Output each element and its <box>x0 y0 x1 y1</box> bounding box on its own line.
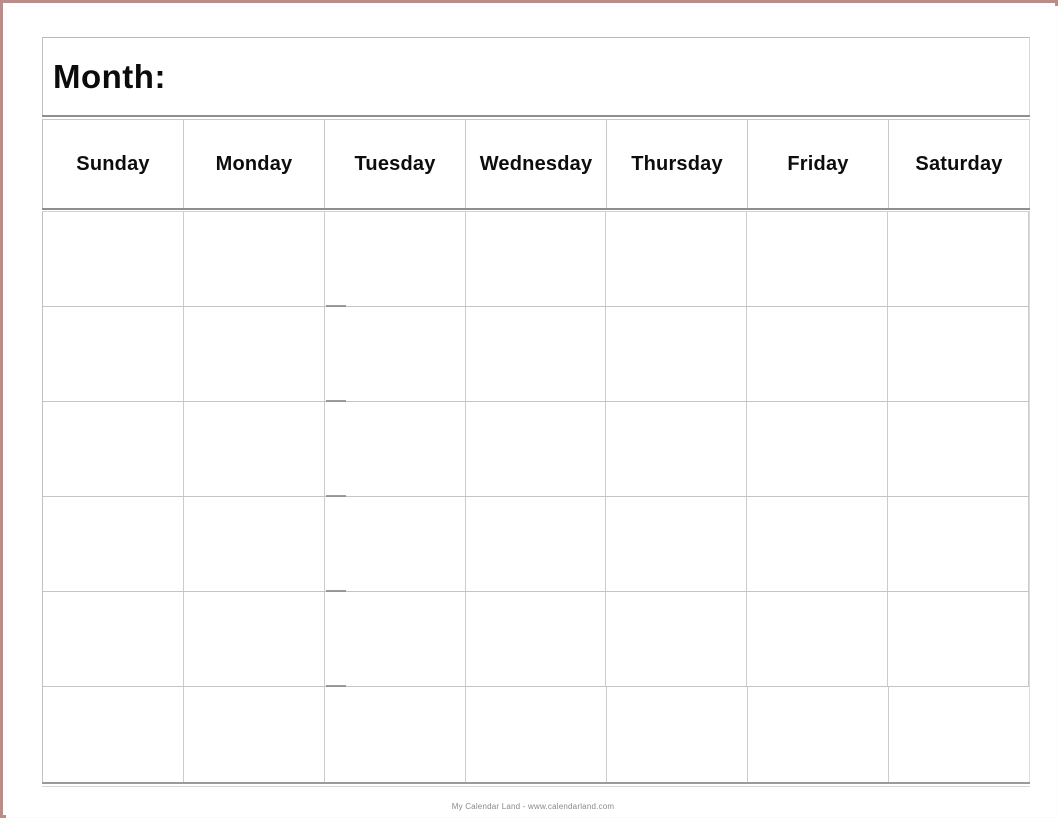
day-cell[interactable] <box>43 497 184 591</box>
day-cell[interactable] <box>324 307 466 401</box>
day-cell[interactable] <box>43 592 184 686</box>
day-cell[interactable] <box>465 212 607 306</box>
footer: My Calendar Land - www.calendarland.com <box>7 796 1058 814</box>
day-cell[interactable] <box>747 592 889 686</box>
day-cell[interactable] <box>466 687 607 782</box>
calendar-sheet: Month: Sunday Monday Tuesday Wednesday T <box>42 37 1030 788</box>
day-cell[interactable] <box>183 307 325 401</box>
day-cell[interactable] <box>183 402 325 496</box>
day-cell[interactable] <box>747 212 889 306</box>
day-cell[interactable] <box>465 402 607 496</box>
weekday-label: Friday <box>787 152 849 175</box>
day-cell[interactable] <box>889 687 1029 782</box>
day-cell[interactable] <box>43 212 184 306</box>
page-border: Month: Sunday Monday Tuesday Wednesday T <box>0 0 1058 818</box>
day-cell[interactable] <box>747 307 889 401</box>
weekday-label: Saturday <box>915 152 1003 175</box>
day-cell[interactable] <box>748 687 889 782</box>
day-cell[interactable] <box>888 592 1030 686</box>
footer-credit-text: My Calendar Land - www.calendarland.com <box>451 802 615 811</box>
week-row <box>43 402 1030 498</box>
grid-bottom-rule <box>42 782 1030 787</box>
day-cell[interactable] <box>888 497 1030 591</box>
week-row <box>43 497 1030 593</box>
day-cell[interactable] <box>184 687 325 782</box>
day-cell[interactable] <box>465 592 607 686</box>
day-cell[interactable] <box>607 687 748 782</box>
day-cell[interactable] <box>183 497 325 591</box>
day-cell[interactable] <box>606 402 748 496</box>
weekday-header-monday: Monday <box>184 120 325 208</box>
weekday-label: Tuesday <box>354 152 436 175</box>
day-cell[interactable] <box>465 497 607 591</box>
day-cell[interactable] <box>747 497 889 591</box>
week-row <box>43 592 1030 688</box>
day-cell[interactable] <box>888 402 1030 496</box>
day-cell[interactable] <box>324 592 466 686</box>
day-cell[interactable] <box>43 402 184 496</box>
weekday-label: Sunday <box>76 152 150 175</box>
day-cell[interactable] <box>606 592 748 686</box>
weekday-label: Wednesday <box>479 152 593 175</box>
week-row <box>43 307 1030 403</box>
day-cell[interactable] <box>606 307 748 401</box>
weekday-header-row: Sunday Monday Tuesday Wednesday Thursday… <box>42 120 1030 208</box>
calendar-body-grid <box>42 212 1030 782</box>
page-canvas: Month: Sunday Monday Tuesday Wednesday T <box>6 6 1058 818</box>
month-title-label: Month: <box>53 57 166 95</box>
weekday-label: Thursday <box>631 152 723 175</box>
calendar-title-row[interactable]: Month: <box>42 37 1030 115</box>
day-cell[interactable] <box>747 402 889 496</box>
weekday-header-sunday: Sunday <box>43 120 184 208</box>
week-row <box>43 687 1029 782</box>
weekday-header-wednesday: Wednesday <box>466 120 607 208</box>
weekday-header-saturday: Saturday <box>889 120 1029 208</box>
week-row <box>43 212 1030 308</box>
day-cell[interactable] <box>888 307 1030 401</box>
day-cell[interactable] <box>183 212 325 306</box>
day-cell[interactable] <box>324 497 466 591</box>
day-cell[interactable] <box>888 212 1030 306</box>
weekday-header-friday: Friday <box>748 120 889 208</box>
day-cell[interactable] <box>465 307 607 401</box>
day-cell[interactable] <box>324 402 466 496</box>
day-cell[interactable] <box>43 307 184 401</box>
day-cell[interactable] <box>325 687 466 782</box>
day-cell[interactable] <box>606 212 748 306</box>
day-cell[interactable] <box>606 497 748 591</box>
weekday-header-tuesday: Tuesday <box>325 120 466 208</box>
day-cell[interactable] <box>183 592 325 686</box>
weekday-label: Monday <box>215 152 293 175</box>
weekday-header-thursday: Thursday <box>607 120 748 208</box>
day-cell[interactable] <box>324 212 466 306</box>
day-cell[interactable] <box>43 687 184 782</box>
